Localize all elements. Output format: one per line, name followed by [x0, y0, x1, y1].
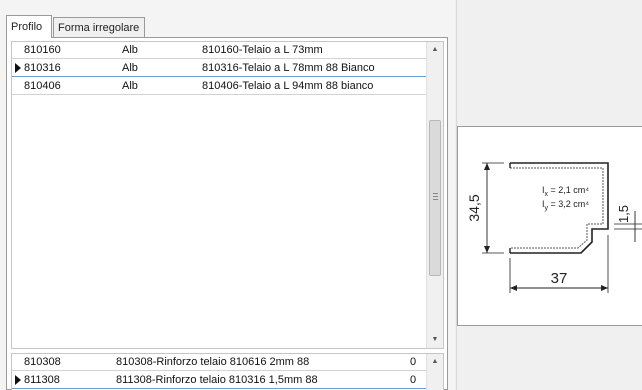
- iy-label: Iy = 3,2 cm⁴: [542, 199, 589, 212]
- scrollbar-thumb[interactable]: [429, 120, 441, 276]
- profile-preview-pane: 34,5 37 1,5 Ix = 2,1 cm⁴ Iy = 3,2 cm⁴: [456, 0, 642, 390]
- profilo-tab-panel: 810160 Alb 810160-Telaio a L 73mm 810316…: [6, 37, 448, 390]
- table-row[interactable]: 811308 811308-Rinforzo telaio 810316 1,5…: [12, 372, 428, 389]
- profile-description-cell: 810316-Telaio a L 78mm 88 Bianco: [202, 62, 375, 74]
- tab-forma-irregolare[interactable]: Forma irregolare: [53, 17, 145, 37]
- scroll-up-arrow-icon[interactable]: ▲: [427, 42, 443, 58]
- table-row[interactable]: 810406 Alb 810406-Telaio a L 94mm 88 bia…: [12, 78, 428, 95]
- profile-description-cell: 810406-Telaio a L 94mm 88 bianco: [202, 80, 374, 92]
- profile-section-preview: 34,5 37 1,5 Ix = 2,1 cm⁴ Iy = 3,2 cm⁴: [457, 126, 642, 326]
- tab-profilo[interactable]: Profilo: [6, 15, 52, 38]
- ix-label: Ix = 2,1 cm⁴: [542, 185, 589, 198]
- row-indicator-icon: [15, 375, 21, 385]
- profile-code-cell: 810316: [24, 62, 61, 74]
- profile-code-cell: 810160: [24, 44, 61, 56]
- row-indicator-icon: [15, 63, 21, 73]
- grip-icon: [433, 193, 438, 200]
- table-row[interactable]: 810308 810308-Rinforzo telaio 810616 2mm…: [12, 354, 428, 371]
- profile-color-cell: Alb: [122, 44, 138, 56]
- profile-color-cell: Alb: [122, 80, 138, 92]
- reinforcement-code-cell: 810308: [24, 356, 61, 368]
- reinforcement-description-cell: 811308-Rinforzo telaio 810316 1,5mm 88: [116, 374, 318, 386]
- profiles-vertical-scrollbar[interactable]: ▲ ▼: [426, 42, 443, 348]
- table-row[interactable]: 810160 Alb 810160-Telaio a L 73mm: [12, 42, 428, 59]
- profile-color-cell: Alb: [122, 62, 138, 74]
- scroll-up-arrow-icon[interactable]: ▲: [427, 354, 443, 370]
- profile-selector-pane: Profilo Forma irregolare 810160 Alb 8101…: [0, 0, 455, 390]
- profile-cross-section-drawing: 34,5 37 1,5 Ix = 2,1 cm⁴ Iy = 3,2 cm⁴: [466, 162, 642, 293]
- reinforcement-quantity-cell: 0: [410, 356, 417, 368]
- scroll-down-arrow-icon[interactable]: ▼: [427, 332, 443, 348]
- profile-code-cell: 810406: [24, 80, 61, 92]
- reinforcement-quantity-cell: 0: [410, 374, 417, 386]
- height-dimension-label: 34,5: [466, 194, 482, 221]
- profile-description-cell: 810160-Telaio a L 73mm: [202, 44, 323, 56]
- reinforcements-grid: 810308 810308-Rinforzo telaio 810616 2mm…: [11, 353, 444, 390]
- table-row[interactable]: 810316 Alb 810316-Telaio a L 78mm 88 Bia…: [12, 60, 428, 77]
- profiles-grid: 810160 Alb 810160-Telaio a L 73mm 810316…: [11, 41, 444, 349]
- thickness-dimension-label: 1,5: [616, 205, 631, 223]
- reinforcement-code-cell: 811308: [24, 374, 60, 386]
- reinforcement-description-cell: 810308-Rinforzo telaio 810616 2mm 88: [116, 356, 310, 368]
- width-dimension-label: 37: [551, 270, 568, 287]
- reinforcements-vertical-scrollbar[interactable]: ▲: [426, 354, 443, 390]
